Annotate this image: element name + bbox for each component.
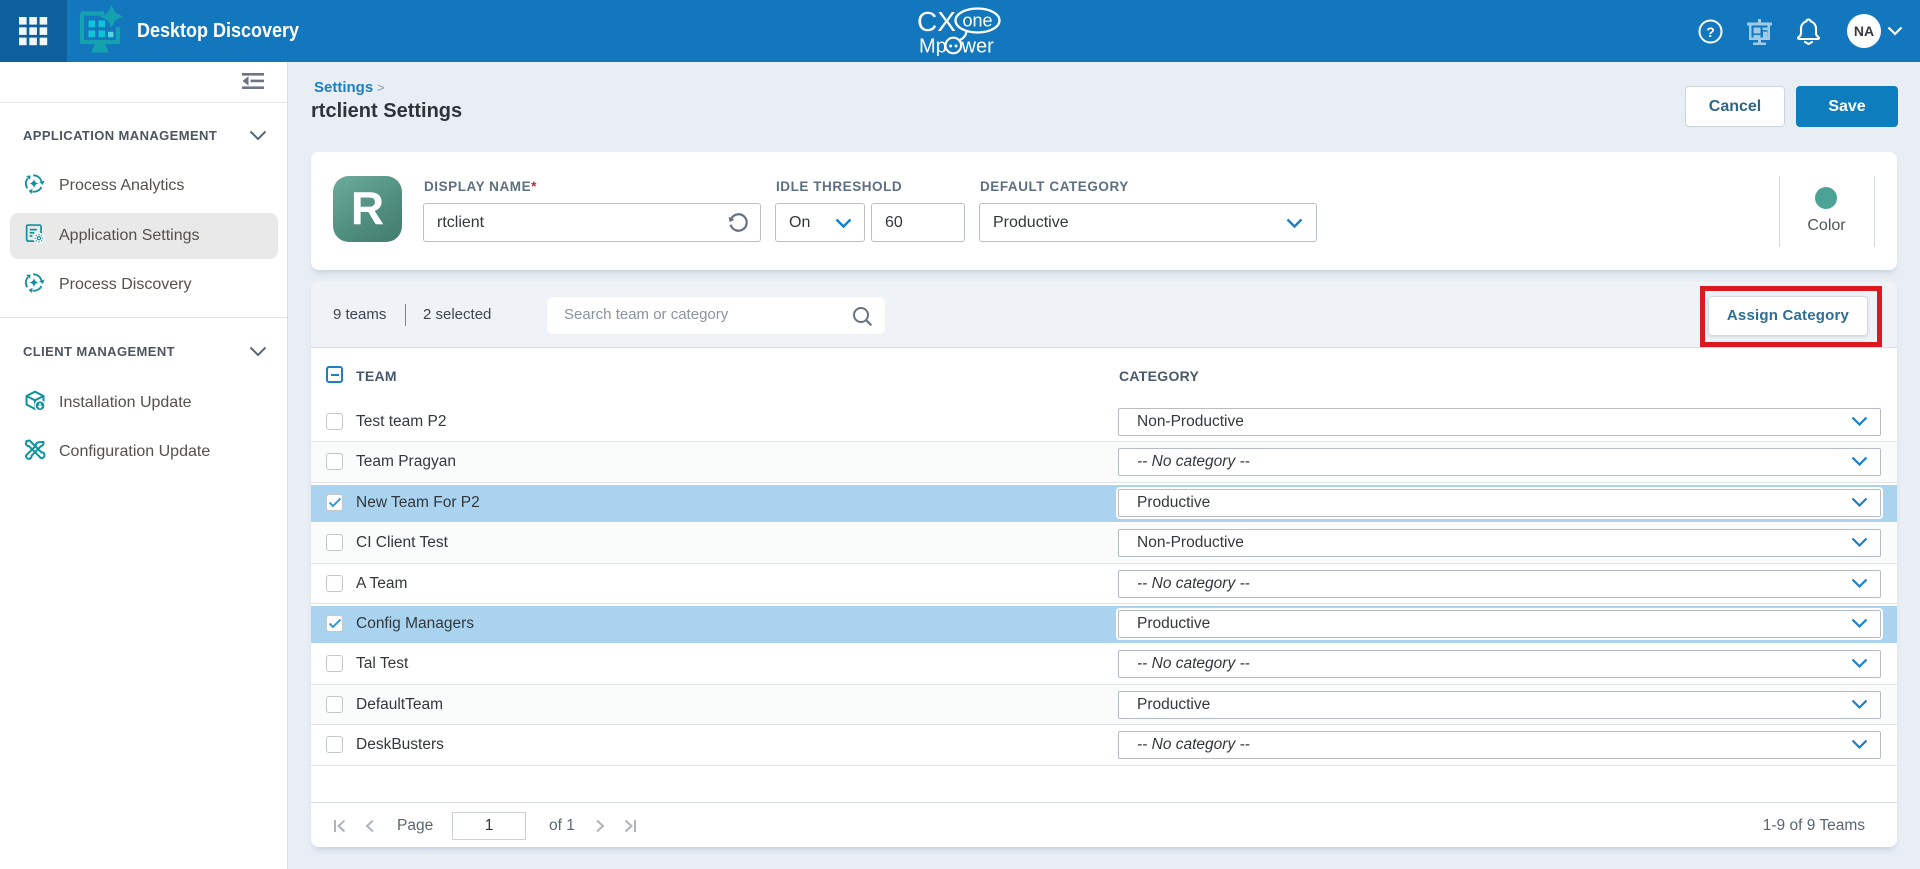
svg-text:Mp: Mp (919, 36, 947, 57)
svg-text:CX: CX (918, 6, 956, 37)
svg-text:?: ? (1706, 24, 1715, 40)
svg-text:wer: wer (961, 36, 995, 57)
svg-text:one: one (962, 11, 992, 31)
